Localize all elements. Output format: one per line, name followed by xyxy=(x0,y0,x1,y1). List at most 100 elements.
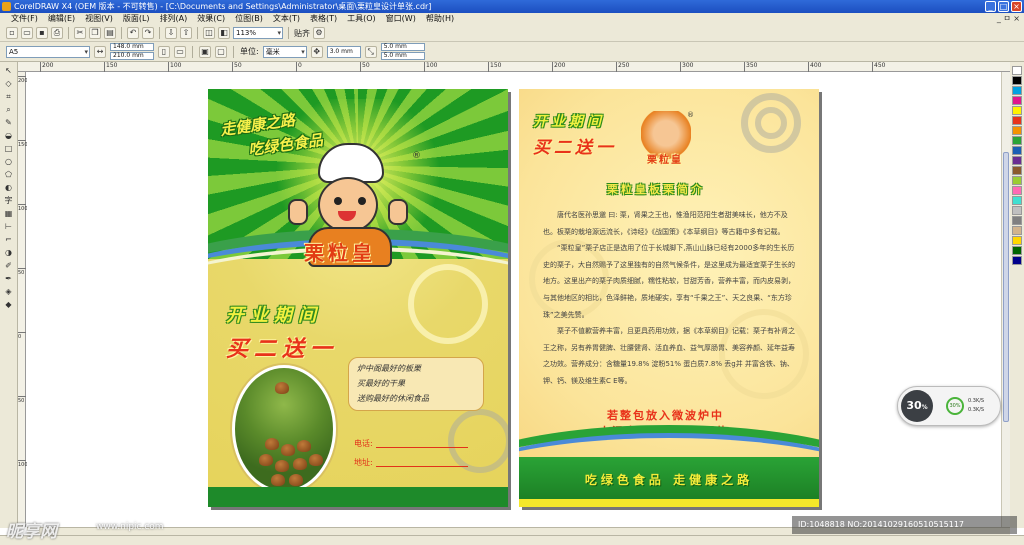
phone-label: 电话: xyxy=(354,439,373,448)
snap-to-menu[interactable]: 贴齐 xyxy=(294,28,310,39)
menu-tools[interactable]: 工具(O) xyxy=(342,13,381,25)
flyer-back-page[interactable]: 开业期间 买二送一 ® 栗粒皇 栗粒皇板栗简介 唐代名医孙思邈 曰: 栗，肾果之… xyxy=(519,89,819,507)
table-tool-icon[interactable]: ▦ xyxy=(3,209,15,219)
maximize-button[interactable]: □ xyxy=(998,1,1009,12)
menu-file[interactable]: 文件(F) xyxy=(6,13,43,25)
rectangle-tool-icon[interactable]: □ xyxy=(3,144,15,154)
open-folder-icon[interactable]: ▭ xyxy=(21,27,33,39)
color-swatch[interactable] xyxy=(1012,186,1022,195)
welcome-screen-icon[interactable]: ◧ xyxy=(218,27,230,39)
portrait-icon[interactable]: ▯ xyxy=(158,45,170,58)
menu-arrange[interactable]: 排列(A) xyxy=(155,13,193,25)
connector-tool-icon[interactable]: ⌐ xyxy=(3,235,15,245)
color-swatch[interactable] xyxy=(1012,226,1022,235)
coreldraw-window: CorelDRAW X4 (OEM 版本 - 不可转售) - [C:\Docum… xyxy=(0,0,1024,545)
zoom-level-select[interactable]: 113% xyxy=(233,27,283,39)
all-pages-icon[interactable]: ▣ xyxy=(199,45,211,58)
outline-tool-icon[interactable]: ✒ xyxy=(3,274,15,284)
print-icon[interactable]: ⎙ xyxy=(51,27,63,39)
menu-text[interactable]: 文本(T) xyxy=(268,13,305,25)
color-swatch[interactable] xyxy=(1012,126,1022,135)
menu-layout[interactable]: 版面(L) xyxy=(118,13,155,25)
color-swatch[interactable] xyxy=(1012,66,1022,75)
color-swatch[interactable] xyxy=(1012,196,1022,205)
text-tool-icon[interactable]: 字 xyxy=(3,196,15,206)
color-swatch[interactable] xyxy=(1012,106,1022,115)
page-width-field[interactable]: 148.0 mm xyxy=(110,43,154,51)
menu-table[interactable]: 表格(T) xyxy=(305,13,342,25)
nudge-distance-field[interactable]: 3.0 mm xyxy=(326,45,361,58)
document-window-controls[interactable]: _ ㅁ × xyxy=(997,13,1020,25)
import-icon[interactable]: ⇩ xyxy=(165,27,177,39)
redo-icon[interactable]: ↷ xyxy=(142,27,154,39)
ruler-tick: 200 xyxy=(18,76,28,84)
duplicate-y-field[interactable]: 5.0 mm xyxy=(380,52,425,60)
smart-fill-icon[interactable]: ◒ xyxy=(3,131,15,141)
crop-tool-icon[interactable]: ⌗ xyxy=(3,92,15,102)
color-swatch[interactable] xyxy=(1012,76,1022,85)
cut-icon[interactable]: ✂ xyxy=(74,27,86,39)
units-select[interactable]: 毫米 xyxy=(262,45,307,58)
menu-help[interactable]: 帮助(H) xyxy=(421,13,459,25)
duplicate-x-field[interactable]: 5.0 mm xyxy=(380,43,425,51)
current-page-icon[interactable]: ▢ xyxy=(215,45,227,58)
close-button[interactable]: × xyxy=(1011,1,1022,12)
scroll-thumb[interactable] xyxy=(1003,152,1009,422)
ruler-tick: 0 xyxy=(18,332,26,340)
color-swatch[interactable] xyxy=(1012,216,1022,225)
landscape-icon[interactable]: ▭ xyxy=(174,45,186,58)
menu-effects[interactable]: 效果(C) xyxy=(192,13,230,25)
fill-tool-icon[interactable]: ◈ xyxy=(3,287,15,297)
toolbar-separator xyxy=(288,27,289,39)
menu-view[interactable]: 视图(V) xyxy=(80,13,118,25)
chestnut xyxy=(293,458,307,470)
ellipse-tool-icon[interactable]: ○ xyxy=(3,157,15,167)
paste-icon[interactable]: ▤ xyxy=(104,27,116,39)
color-swatch[interactable] xyxy=(1012,236,1022,245)
interactive-fill-icon[interactable]: ◆ xyxy=(3,300,15,310)
color-swatch[interactable] xyxy=(1012,156,1022,165)
color-swatch[interactable] xyxy=(1012,86,1022,95)
color-swatch[interactable] xyxy=(1012,116,1022,125)
color-swatch[interactable] xyxy=(1012,206,1022,215)
color-swatch[interactable] xyxy=(1012,176,1022,185)
chestnut xyxy=(275,460,289,472)
application-launcher-icon[interactable]: ◫ xyxy=(203,27,215,39)
color-swatch[interactable] xyxy=(1012,166,1022,175)
page-height-field[interactable]: 210.0 mm xyxy=(110,52,154,60)
address-label: 地址: xyxy=(354,458,373,467)
menu-window[interactable]: 窗口(W) xyxy=(381,13,421,25)
color-swatch[interactable] xyxy=(1012,246,1022,255)
export-icon[interactable]: ⇧ xyxy=(180,27,192,39)
copy-icon[interactable]: ❐ xyxy=(89,27,101,39)
basic-shapes-icon[interactable]: ◐ xyxy=(3,183,15,193)
undo-icon[interactable]: ↶ xyxy=(127,27,139,39)
color-swatch[interactable] xyxy=(1012,256,1022,265)
flyer-front-page[interactable]: 走健康之路 吃绿色食品 ® 栗粒皇 开业期间 买二送一 炉中阁最好的板栗 买最好… xyxy=(208,89,508,507)
shape-tool-icon[interactable]: ◇ xyxy=(3,79,15,89)
freehand-tool-icon[interactable]: ✎ xyxy=(3,118,15,128)
vertical-scrollbar[interactable] xyxy=(1001,72,1010,527)
color-swatch[interactable] xyxy=(1012,136,1022,145)
upload-speed: 0.3K/S xyxy=(968,398,985,404)
blend-tool-icon[interactable]: ◑ xyxy=(3,248,15,258)
new-document-icon[interactable]: ▫ xyxy=(6,27,18,39)
intro-body-text: 唐代名医孙思邈 曰: 栗，肾果之王也，惟渔阳范阳生者甜美味长，他方不及也。板栗的… xyxy=(543,207,799,390)
color-swatch[interactable] xyxy=(1012,96,1022,105)
zoom-tool-icon[interactable]: ⌕ xyxy=(3,105,15,115)
options-icon[interactable]: ⚙ xyxy=(313,27,325,39)
eyedropper-tool-icon[interactable]: ✐ xyxy=(3,261,15,271)
menu-bitmaps[interactable]: 位图(B) xyxy=(230,13,268,25)
save-icon[interactable]: ▪ xyxy=(36,27,48,39)
ruler-tick: 150 xyxy=(104,62,117,72)
pick-tool-icon[interactable]: ↖ xyxy=(3,66,15,76)
dimension-tool-icon[interactable]: ⊢ xyxy=(3,222,15,232)
menu-edit[interactable]: 编辑(E) xyxy=(43,13,80,25)
ruler-tick: 150 xyxy=(488,62,501,72)
phone-line xyxy=(376,447,468,448)
polygon-tool-icon[interactable]: ⬠ xyxy=(3,170,15,180)
network-speed-widget[interactable]: 30% 30% 0.3K/S 0.3K/S xyxy=(897,386,1001,426)
color-swatch[interactable] xyxy=(1012,146,1022,155)
minimize-button[interactable]: _ xyxy=(985,1,996,12)
paper-size-select[interactable]: A5 xyxy=(6,45,90,58)
